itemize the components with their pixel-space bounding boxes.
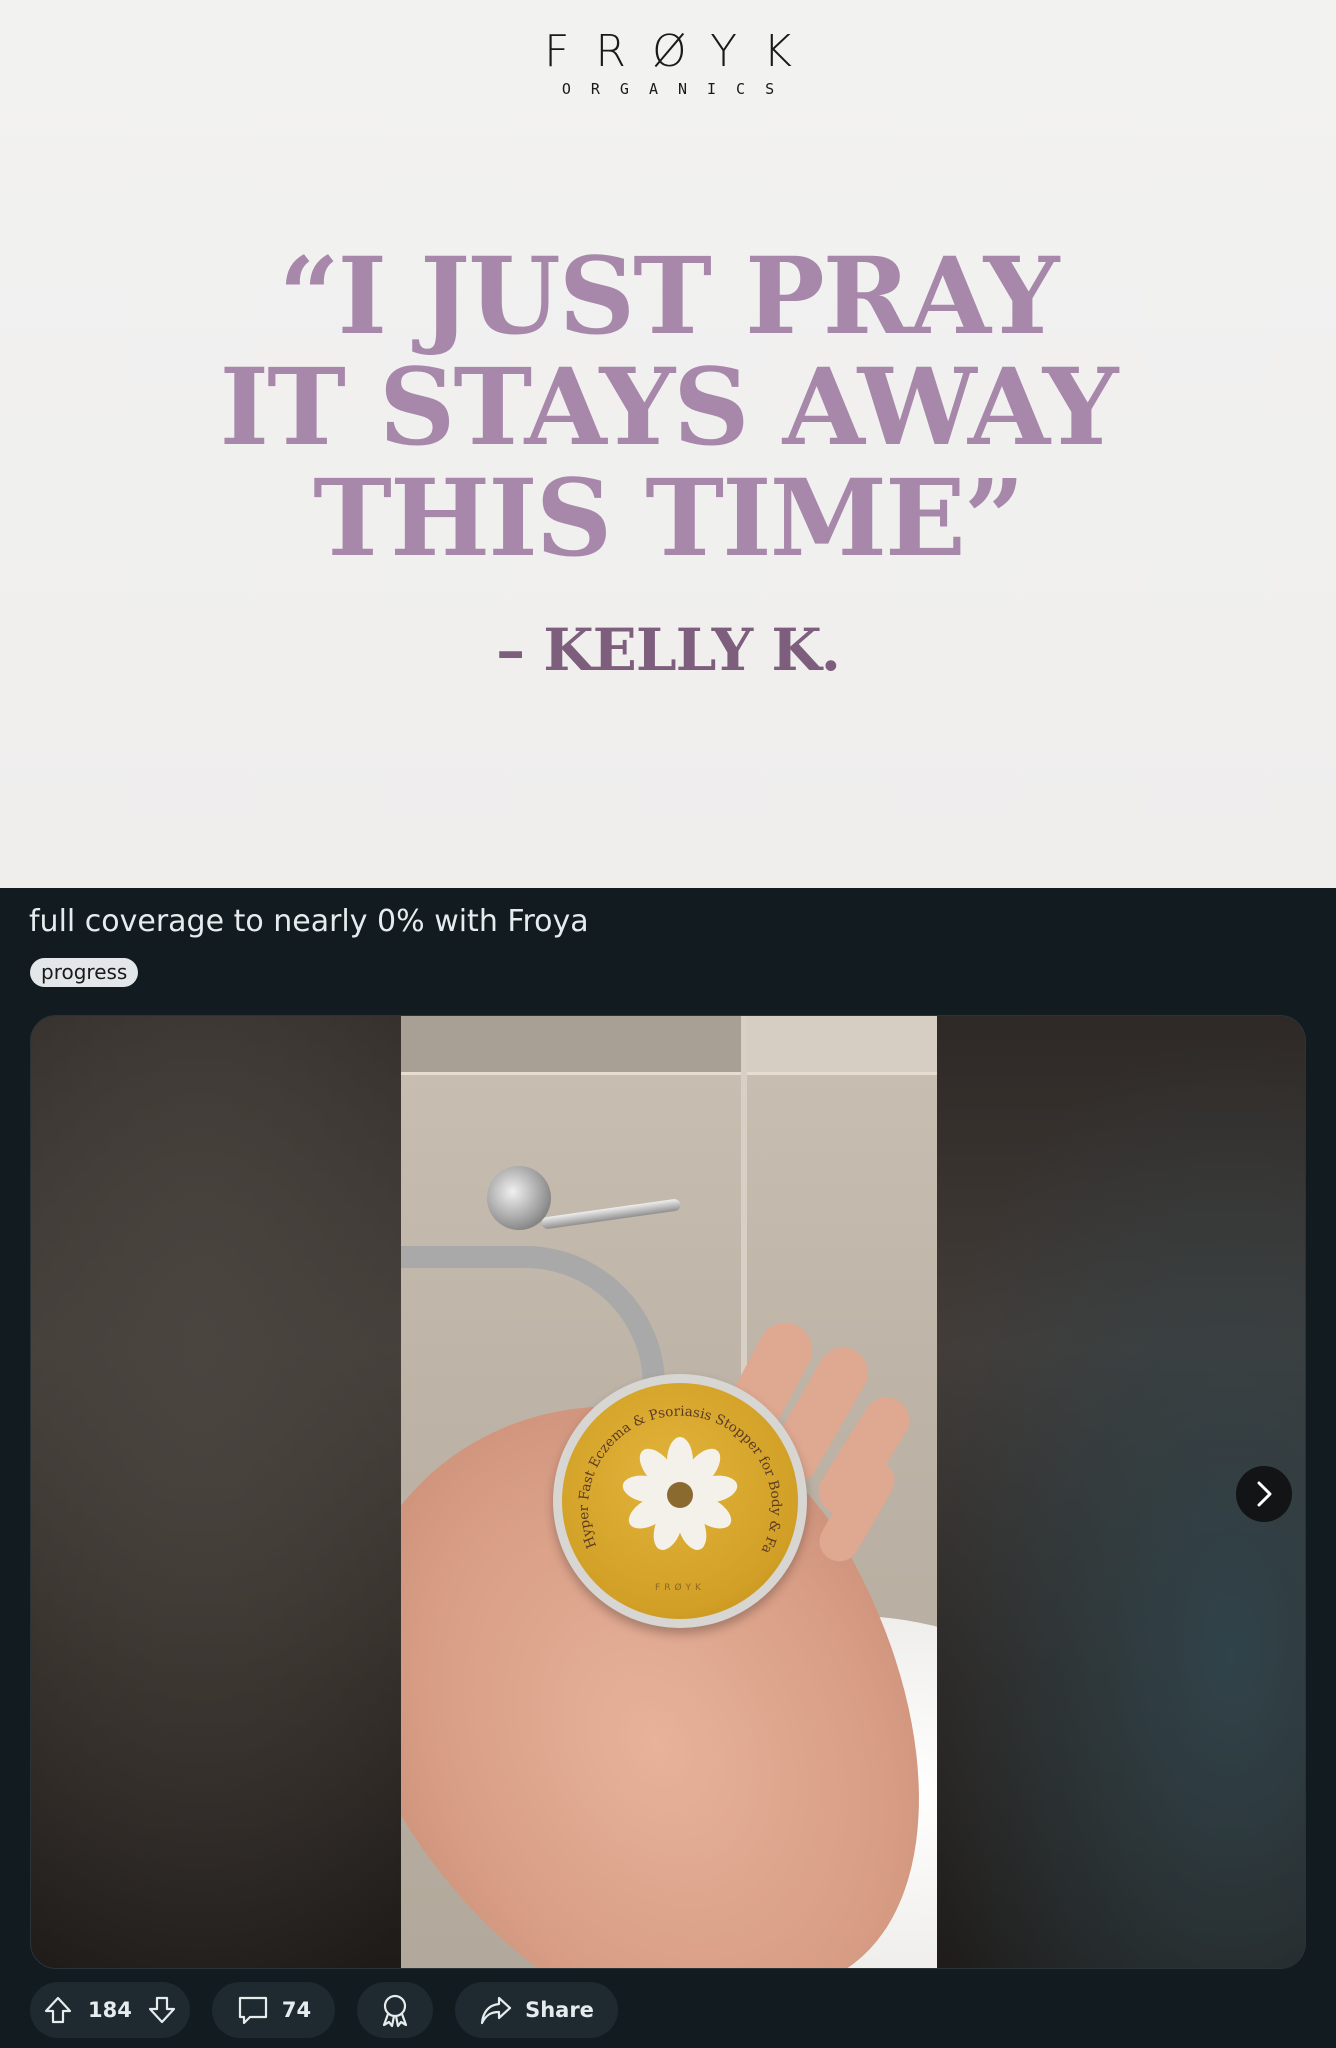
share-button[interactable]: Share xyxy=(455,1982,618,2038)
wall-tile xyxy=(747,1016,937,1072)
post-action-bar: 184 74 Share xyxy=(30,1982,618,2038)
daisy-icon xyxy=(622,1437,738,1550)
quote-line: IT STAYS AWAY xyxy=(219,344,1119,469)
testimonial-quote: “I JUST PRAY IT STAYS AWAY THIS TIME” xyxy=(0,240,1336,573)
jar-brand: FRØYK xyxy=(655,1583,705,1593)
post: full coverage to nearly 0% with Froya pr… xyxy=(0,888,1336,2048)
quote-line: THIS TIME” xyxy=(313,455,1025,580)
share-arrow-icon xyxy=(479,1993,513,2027)
media-gallery[interactable]: Hyper Fast Eczema & Psoriasis Stopper fo… xyxy=(30,1015,1306,1969)
chevron-right-icon xyxy=(1257,1481,1272,1507)
faucet-handle xyxy=(540,1198,682,1230)
flair-badge[interactable]: progress xyxy=(30,958,139,987)
quote-line: “I JUST PRAY xyxy=(278,233,1060,358)
ad-banner[interactable]: FRØYK ORGANICS “I JUST PRAY IT STAYS AWA… xyxy=(0,0,1336,888)
finger xyxy=(812,1453,902,1569)
speech-bubble-icon xyxy=(236,1993,270,2027)
jar-lid: Hyper Fast Eczema & Psoriasis Stopper fo… xyxy=(562,1383,798,1619)
brand-subtitle: ORGANICS xyxy=(561,80,795,98)
product-jar: Hyper Fast Eczema & Psoriasis Stopper fo… xyxy=(553,1374,807,1628)
arrow-down-icon[interactable] xyxy=(146,1994,178,2026)
vote-control: 184 xyxy=(30,1982,190,2038)
award-button[interactable] xyxy=(357,1982,434,2038)
testimonial-author: – KELLY K. xyxy=(496,616,841,684)
brand-name: FRØYK xyxy=(544,26,818,77)
arrow-up-icon[interactable] xyxy=(42,1994,74,2026)
post-image[interactable]: Hyper Fast Eczema & Psoriasis Stopper fo… xyxy=(401,1016,937,1968)
tile-grout xyxy=(401,1072,937,1075)
post-title[interactable]: full coverage to nearly 0% with Froya xyxy=(29,904,589,939)
award-ribbon-icon xyxy=(377,1992,413,2028)
brand-logo: FRØYK ORGANICS xyxy=(0,26,1336,99)
next-image-button[interactable] xyxy=(1236,1466,1292,1522)
comment-count: 74 xyxy=(281,1998,312,2022)
vote-score: 184 xyxy=(88,1998,132,2022)
comments-button[interactable]: 74 xyxy=(211,1982,336,2038)
share-label: Share xyxy=(525,1998,594,2022)
